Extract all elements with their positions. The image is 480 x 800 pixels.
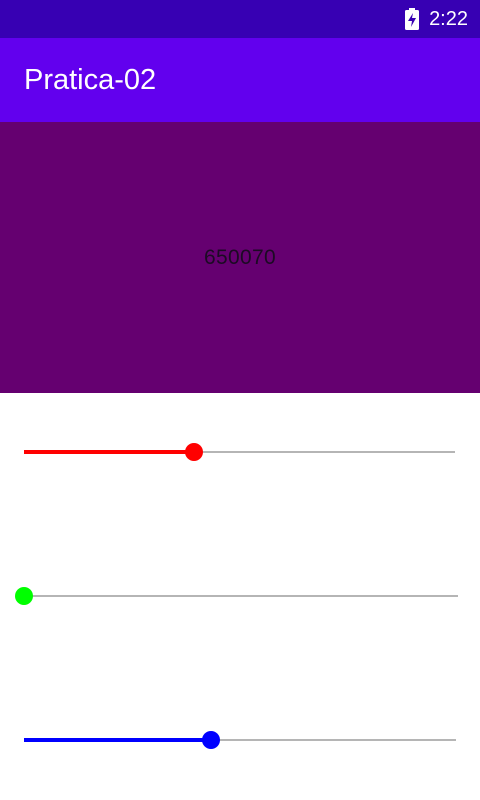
blue-slider-fill — [24, 738, 211, 742]
status-time: 2:22 — [429, 8, 468, 30]
red-slider-thumb[interactable] — [185, 443, 203, 461]
status-bar: 2:22 — [0, 0, 480, 38]
battery-charging-icon — [405, 8, 420, 30]
green-slider-thumb[interactable] — [15, 587, 33, 605]
blue-slider-thumb[interactable] — [202, 731, 220, 749]
red-slider[interactable] — [0, 432, 480, 472]
app-title: Pratica-02 — [24, 63, 157, 96]
color-hex-text: 650070 — [204, 245, 276, 269]
green-slider-track[interactable] — [24, 595, 458, 597]
green-slider[interactable] — [0, 576, 480, 616]
blue-slider[interactable] — [0, 720, 480, 760]
color-preview: 650070 — [0, 122, 480, 393]
red-slider-fill — [24, 450, 194, 454]
app-bar: Pratica-02 — [0, 38, 480, 122]
